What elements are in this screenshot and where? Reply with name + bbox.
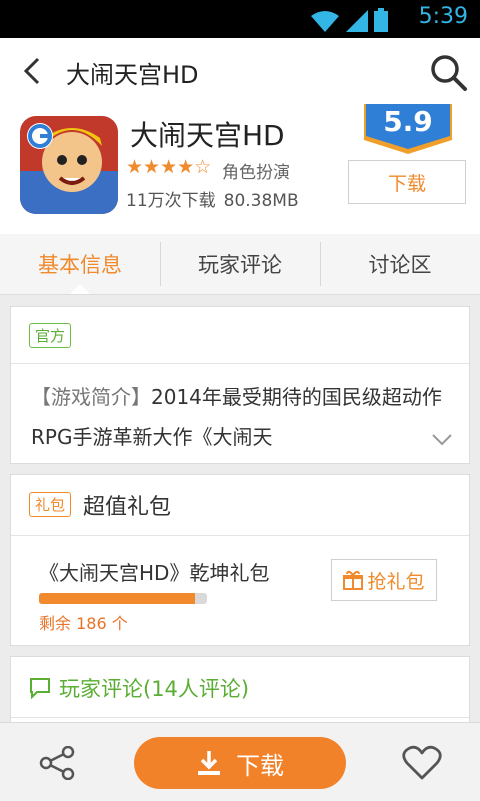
gift-badge: 礼包	[29, 492, 72, 517]
share-icon[interactable]	[38, 746, 76, 780]
app-bar: 大闹天宫HD	[0, 38, 480, 105]
app-category: 角色扮演	[222, 163, 290, 183]
score-badge: 5.9	[364, 104, 452, 154]
gift-icon	[343, 570, 364, 590]
gift-remaining: 剩余 186 个	[39, 614, 128, 633]
battery-icon	[374, 8, 388, 32]
clock: 5:39	[418, 4, 468, 29]
divider	[11, 717, 469, 718]
favorite-heart-icon[interactable]	[402, 745, 442, 781]
download-icon	[198, 751, 220, 775]
download-label: 下载	[236, 751, 284, 780]
reviews-title: 玩家评论(14人评论)	[59, 677, 250, 701]
back-arrow-icon[interactable]	[18, 56, 48, 86]
gift-progress-bar	[39, 593, 207, 604]
app-name: 大闹天宫HD	[130, 119, 285, 152]
score-value: 5.9	[383, 105, 433, 138]
official-badge: 官方	[29, 323, 72, 348]
download-button[interactable]: 下载	[134, 737, 346, 789]
gift-item-name: 《大闹天宫HD》乾坤礼包	[39, 561, 270, 585]
tab-discussion[interactable]: 讨论区	[320, 234, 480, 294]
divider	[11, 363, 469, 364]
claim-gift-label: 抢礼包	[367, 570, 425, 593]
claim-gift-button[interactable]: 抢礼包	[331, 559, 437, 601]
gift-section-title: 超值礼包	[83, 495, 172, 520]
status-bar: 5:39	[0, 0, 480, 38]
app-meta: 11万次下载 80.38MB	[126, 186, 299, 211]
file-size: 80.38MB	[223, 191, 299, 211]
chevron-down-icon[interactable]	[431, 433, 453, 447]
wifi-icon	[311, 11, 339, 32]
download-count: 11万次下载	[126, 191, 216, 211]
app-icon	[20, 116, 118, 214]
intro-label: 【游戏简介】	[31, 385, 151, 409]
rating-stars: ★★★★☆	[126, 156, 212, 178]
gift-progress-fill	[39, 593, 196, 604]
tab-player-reviews[interactable]: 玩家评论	[160, 234, 320, 294]
page-title: 大闹天宫HD	[66, 61, 199, 89]
divider	[11, 535, 469, 536]
intro-card[interactable]: 官方 【游戏简介】2014年最受期待的国民级超动作RPG手游革新大作《大闹天	[10, 306, 470, 464]
search-icon[interactable]	[428, 52, 468, 92]
intro-text: 【游戏简介】2014年最受期待的国民级超动作RPG手游革新大作《大闹天	[31, 377, 451, 457]
comment-icon	[30, 678, 50, 699]
signal-icon	[346, 10, 368, 32]
gift-card: 礼包 超值礼包 《大闹天宫HD》乾坤礼包 剩余 186 个 抢礼包	[10, 474, 470, 646]
download-button-top[interactable]: 下载	[348, 160, 466, 204]
active-tab-indicator	[70, 284, 90, 294]
bottom-action-bar: 下载	[0, 722, 480, 801]
